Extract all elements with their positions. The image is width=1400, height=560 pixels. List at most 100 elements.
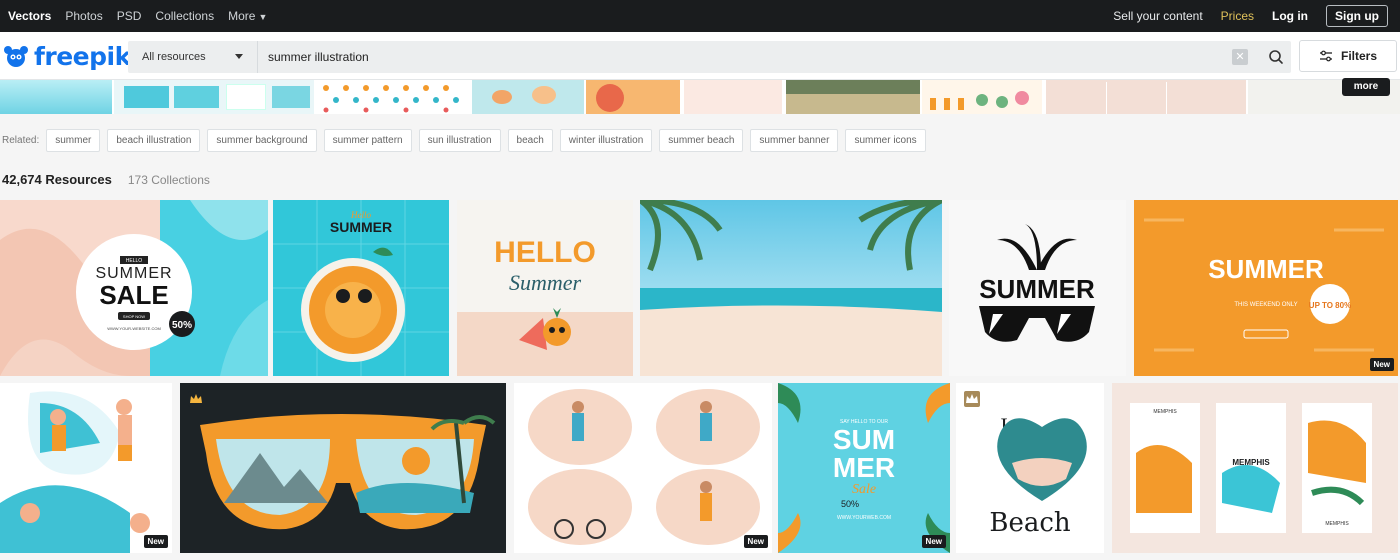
hello-heading: HELLO: [494, 236, 596, 269]
summer-sale-floral-image: SAY HELLO TO OUR SUM MER Sale 50% WWW.YO…: [778, 383, 950, 553]
search-header: freepik All resources ✕ Filters: [0, 32, 1400, 80]
resource-type-nav: Vectors Photos PSD Collections More ▼: [8, 0, 267, 32]
category-select-value: All resources: [142, 51, 206, 63]
related-tag[interactable]: summer background: [207, 128, 317, 152]
summer-sunglasses-image: SUMMER: [949, 200, 1126, 376]
result-card-outdoor-activities[interactable]: New: [514, 383, 772, 553]
login-link[interactable]: Log in: [1272, 9, 1308, 23]
website-text: WWW.YOUR-WEBSITE.COM: [107, 326, 161, 331]
nav-photos[interactable]: Photos: [65, 9, 102, 23]
strip-thumb[interactable]: [1046, 80, 1246, 114]
result-card-summer-sale[interactable]: HELLO SUMMER SALE SHOP NOW WWW.YOUR-WEBS…: [0, 200, 268, 376]
result-card-beach-scene[interactable]: [640, 200, 942, 376]
related-tag[interactable]: summer: [46, 128, 101, 152]
freepik-logo[interactable]: freepik: [2, 38, 131, 74]
nav-collections[interactable]: Collections: [155, 9, 214, 23]
results-summary: 42,674 Resources 173 Collections: [2, 172, 210, 190]
fifty-percent-text: 50%: [841, 499, 859, 509]
beach-scene-image: [640, 200, 942, 376]
result-card-memphis-stories[interactable]: MEMPHIS MEMPHIS MEMPHIS: [1112, 383, 1398, 553]
collection-count-link[interactable]: 173 Collections: [128, 173, 210, 187]
premium-crown-icon: [188, 391, 204, 407]
discount-text: 50%: [172, 320, 192, 331]
related-tag[interactable]: winter illustration: [559, 128, 653, 152]
nav-psd[interactable]: PSD: [117, 9, 142, 23]
clear-search-icon[interactable]: ✕: [1232, 49, 1248, 65]
strip-thumb[interactable]: [786, 80, 920, 114]
filters-button[interactable]: Filters: [1299, 40, 1397, 72]
chevron-down-icon: ▼: [258, 12, 268, 22]
beach-script: Beach: [989, 508, 1071, 538]
result-card-beach-volleyball[interactable]: New: [0, 383, 172, 553]
result-card-summer-pineapple[interactable]: Hello SUMMER: [273, 200, 449, 376]
signup-button[interactable]: Sign up: [1326, 5, 1388, 27]
prices-link[interactable]: Prices: [1221, 9, 1254, 23]
mer-text: MER: [833, 452, 895, 483]
strip-thumb[interactable]: [0, 80, 112, 114]
strip-thumb[interactable]: [684, 80, 782, 114]
hello-tag: HELLO: [126, 258, 143, 264]
result-card-sunglasses-landscape[interactable]: [180, 383, 506, 553]
new-badge: New: [921, 535, 946, 548]
weekend-text: THIS WEEKEND ONLY: [1234, 302, 1297, 308]
memphis-stories-image: MEMPHIS MEMPHIS MEMPHIS: [1112, 383, 1398, 553]
sell-content-link[interactable]: Sell your content: [1113, 9, 1202, 23]
sum-text: SUM: [833, 424, 895, 455]
sunglasses-landscape-image: [180, 383, 506, 553]
result-card-i-love-beach[interactable]: I Beach: [956, 383, 1104, 553]
related-tag[interactable]: summer pattern: [323, 128, 412, 152]
related-tag[interactable]: summer beach: [659, 128, 744, 152]
freepik-logo-icon: [2, 42, 30, 70]
related-tag[interactable]: sun illustration: [418, 128, 501, 152]
sale-script-text: Sale: [852, 482, 876, 497]
hello-summer-image: HELLO Summer: [457, 200, 633, 376]
top-navigation-bar: Vectors Photos PSD Collections More ▼ Sel…: [0, 0, 1400, 32]
summer-title: SUMMER: [330, 219, 392, 235]
filters-label: Filters: [1340, 49, 1377, 63]
result-card-hello-summer[interactable]: HELLO Summer: [457, 200, 633, 376]
new-badge: New: [143, 535, 168, 548]
summer-logo-text: SUMMER: [979, 274, 1095, 304]
related-tag[interactable]: summer banner: [750, 128, 839, 152]
summer-icons-thumb: [323, 85, 459, 113]
related-tag[interactable]: summer icons: [845, 128, 926, 152]
related-tags: Related: summer beach illustration summe…: [2, 128, 926, 152]
strip-thumb[interactable]: [586, 80, 680, 114]
resource-category-select[interactable]: All resources: [128, 41, 258, 73]
sale-text: SALE: [99, 280, 168, 310]
summer-sale-image: HELLO SUMMER SALE SHOP NOW WWW.YOUR-WEBS…: [0, 200, 268, 376]
premium-crown-icon: [964, 391, 980, 407]
new-badge: New: [1369, 358, 1394, 371]
resource-count: 42,674 Resources: [2, 172, 112, 187]
new-badge: New: [743, 535, 768, 548]
search-bar: All resources ✕: [128, 41, 1291, 73]
i-love-beach-image: I Beach: [956, 383, 1104, 553]
nav-vectors[interactable]: Vectors: [8, 9, 51, 23]
related-tag[interactable]: beach: [507, 128, 553, 152]
nav-more[interactable]: More ▼: [228, 9, 267, 23]
strip-thumb[interactable]: [114, 80, 314, 114]
search-button[interactable]: [1261, 41, 1291, 73]
collection-thumbnail-strip: [0, 80, 1400, 114]
strip-thumb[interactable]: [472, 80, 584, 114]
result-card-summer-banner[interactable]: SUMMER THIS WEEKEND ONLY UP TO 80% New: [1134, 200, 1398, 376]
result-card-summer-sale-floral[interactable]: SAY HELLO TO OUR SUM MER Sale 50% WWW.YO…: [778, 383, 950, 553]
strip-thumb[interactable]: [922, 80, 1042, 114]
search-icon: [1269, 50, 1283, 64]
pattern-thumb: [930, 91, 1029, 110]
more-collections-button[interactable]: more: [1342, 78, 1390, 96]
sliders-icon: [1319, 50, 1332, 62]
related-label: Related:: [2, 134, 40, 146]
memphis-text: MEMPHIS: [1325, 521, 1349, 527]
memphis-text: MEMPHIS: [1232, 458, 1270, 467]
search-input[interactable]: [268, 41, 1168, 73]
outdoor-activities-image: [514, 383, 772, 553]
memphis-text: MEMPHIS: [1153, 409, 1177, 415]
up-to-text: UP TO 80%: [1309, 301, 1351, 310]
result-card-summer-sunglasses-logo[interactable]: SUMMER: [949, 200, 1126, 376]
nav-more-label: More: [228, 9, 256, 23]
website-floral-text: WWW.YOURWEB.COM: [837, 515, 891, 521]
related-tag[interactable]: beach illustration: [107, 128, 201, 152]
strip-thumb[interactable]: [318, 80, 468, 114]
summer-banner-title: SUMMER: [1208, 254, 1324, 284]
